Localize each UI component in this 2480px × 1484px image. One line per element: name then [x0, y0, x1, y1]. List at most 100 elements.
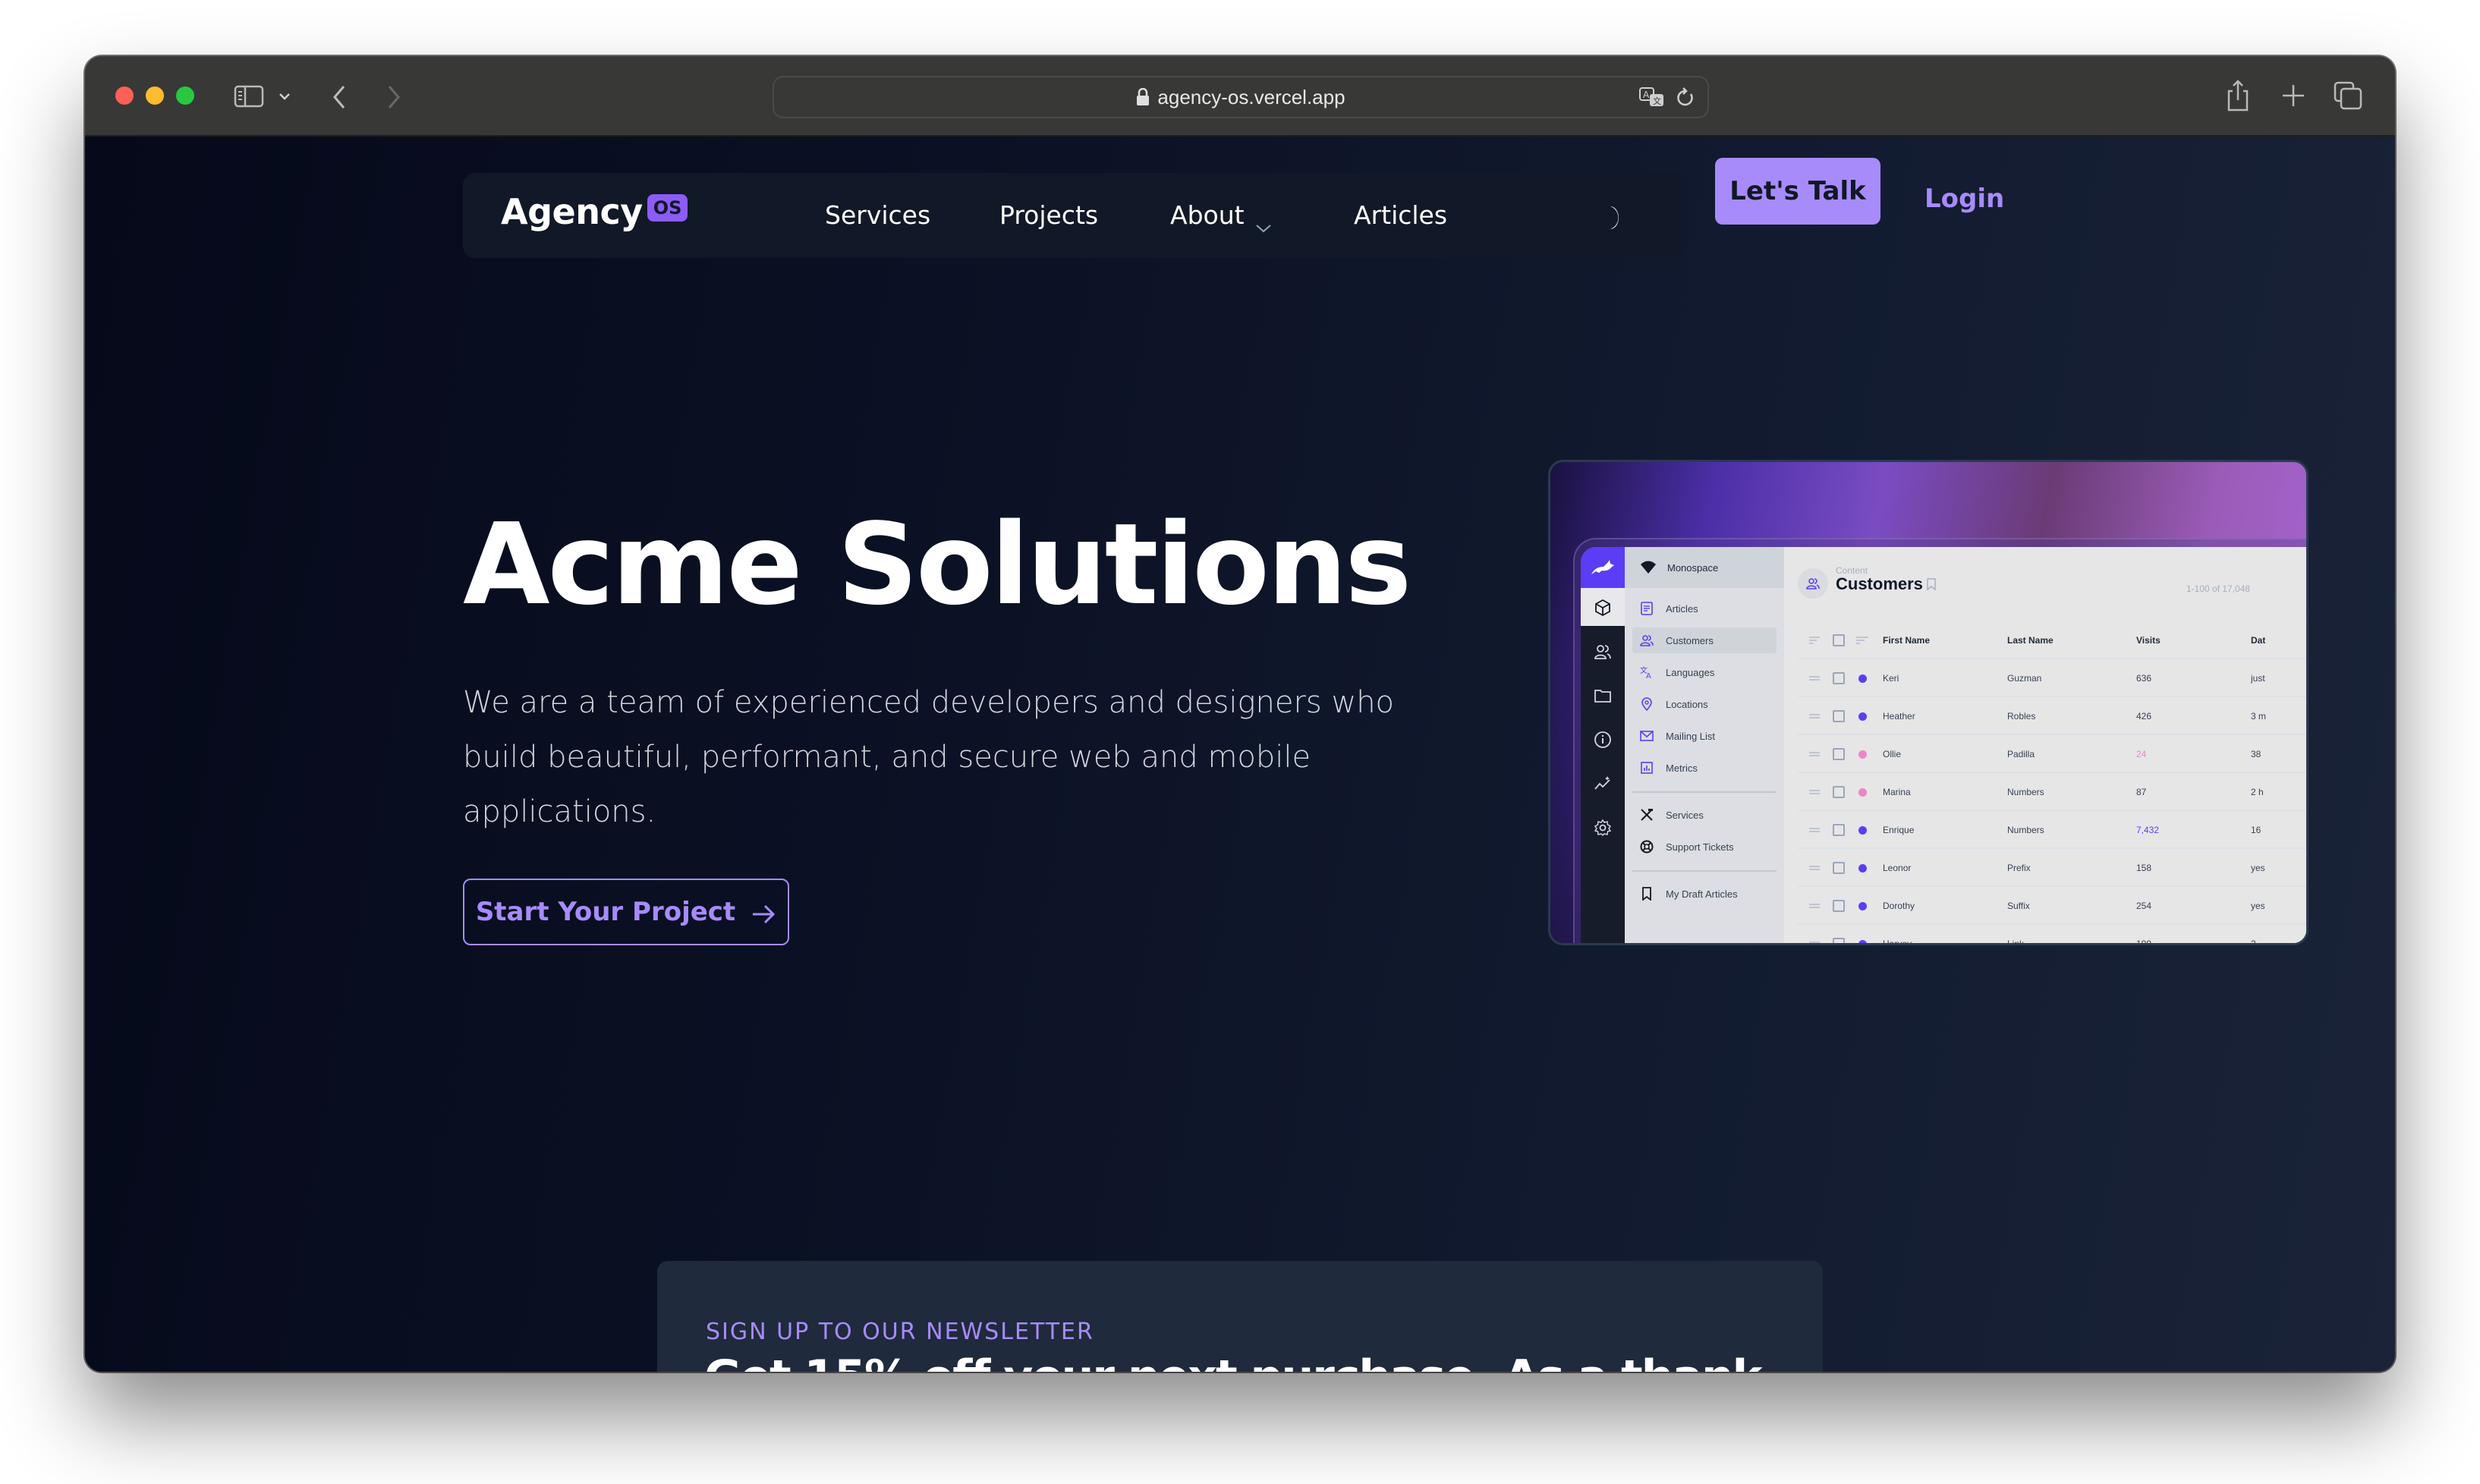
- zoom-window-button[interactable]: [176, 86, 194, 105]
- cell-first-name: Dorothy: [1883, 901, 1915, 911]
- cell-visits: 199: [2136, 939, 2152, 945]
- cell-visits: 24: [2136, 749, 2147, 759]
- cell-first-name: Leonor: [1883, 863, 1912, 873]
- bookmark-my-draft-articles[interactable]: My Draft Articles: [1632, 881, 1777, 907]
- row-checkbox[interactable]: [1833, 748, 1845, 760]
- collection-services[interactable]: Services: [1632, 802, 1777, 828]
- arrow-right-icon: [751, 901, 776, 924]
- sidebar-toggle-icon[interactable]: [234, 85, 264, 108]
- table-row[interactable]: Dorothy Suffix 254 yes: [1798, 888, 2306, 925]
- cube-icon[interactable]: [1594, 599, 1612, 617]
- drag-handle-icon[interactable]: [1808, 675, 1821, 681]
- close-window-button[interactable]: [115, 86, 134, 105]
- nav-link-services[interactable]: Services: [825, 200, 930, 230]
- share-icon[interactable]: [2225, 79, 2251, 112]
- table-row[interactable]: Enrique Numbers 7,432 16: [1798, 813, 2306, 849]
- collection-metrics[interactable]: Metrics: [1632, 755, 1777, 781]
- cell-first-name: Keri: [1883, 673, 1899, 684]
- folder-icon[interactable]: [1594, 687, 1612, 705]
- start-project-button[interactable]: Start Your Project: [463, 879, 789, 945]
- reload-icon[interactable]: [1676, 86, 1695, 109]
- bookmark-icon: [1927, 578, 1936, 591]
- drag-handle-icon[interactable]: [1808, 827, 1821, 833]
- workspace-header[interactable]: Monospace: [1625, 547, 1784, 588]
- collection-mailing-list[interactable]: Mailing List: [1632, 723, 1777, 749]
- info-icon[interactable]: [1594, 731, 1612, 749]
- status-dot: [1858, 712, 1867, 721]
- nav-link-about[interactable]: About: [1170, 200, 1272, 232]
- forward-icon[interactable]: [382, 83, 405, 111]
- table-row[interactable]: Keri Guzman 636 just: [1798, 661, 2306, 697]
- row-checkbox[interactable]: [1833, 900, 1845, 912]
- row-checkbox[interactable]: [1833, 672, 1845, 684]
- hero-title: Acme Solutions: [463, 499, 1412, 630]
- cell-visits: 7,432: [2136, 825, 2160, 835]
- newsletter-eyebrow: SIGN UP TO OUR NEWSLETTER: [706, 1319, 1094, 1345]
- address-bar[interactable]: agency-os.vercel.app A文: [773, 76, 1709, 118]
- directus-app: Monospace Articles Customers 文A Language…: [1581, 547, 2306, 945]
- row-checkbox[interactable]: [1833, 938, 1845, 943]
- cell-first-name: Heather: [1883, 711, 1915, 722]
- nav-link-projects[interactable]: Projects: [999, 200, 1098, 230]
- cell-last-name: Prefix: [2007, 863, 2031, 873]
- svg-text:A: A: [1646, 672, 1651, 679]
- cell-date: 3 m: [2251, 711, 2267, 722]
- tabs-overview-icon[interactable]: [2333, 80, 2363, 111]
- cell-last-name: Robles: [2007, 711, 2036, 722]
- drag-handle-icon[interactable]: [1808, 903, 1821, 909]
- pagination-info: 1-100 of 17,048: [2186, 583, 2251, 594]
- table-row[interactable]: Ollie Padilla 24 38: [1798, 737, 2306, 773]
- drag-handle-icon[interactable]: [1808, 789, 1821, 795]
- row-checkbox[interactable]: [1833, 824, 1845, 836]
- drag-handle-icon[interactable]: [1808, 865, 1821, 871]
- moon-icon[interactable]: [1604, 205, 1627, 231]
- drag-handle-icon[interactable]: [1808, 941, 1821, 945]
- collection-customers[interactable]: Customers: [1632, 627, 1777, 653]
- settings-gear-icon[interactable]: [1594, 819, 1612, 837]
- row-checkbox[interactable]: [1833, 786, 1845, 798]
- collection-nav: Monospace Articles Customers 文A Language…: [1625, 547, 1784, 943]
- cell-first-name: Enrique: [1883, 825, 1915, 835]
- cell-first-name: Ollie: [1883, 749, 1902, 759]
- column-header-date[interactable]: Dat: [2251, 635, 2265, 646]
- collection-languages[interactable]: 文A Languages: [1632, 659, 1777, 685]
- tools-icon: [1641, 809, 1653, 821]
- drag-handle-icon[interactable]: [1808, 751, 1821, 757]
- column-header-first-name[interactable]: First Name: [1883, 635, 1930, 646]
- cell-last-name: Guzman: [2007, 673, 2042, 684]
- nav-link-articles[interactable]: Articles: [1354, 200, 1447, 230]
- lets-talk-button[interactable]: Let's Talk: [1715, 158, 1880, 225]
- login-link[interactable]: Login: [1925, 173, 2004, 225]
- table-row[interactable]: Leonor Prefix 158 yes: [1798, 850, 2306, 887]
- chevron-down-icon[interactable]: [276, 86, 293, 106]
- collection-articles[interactable]: Articles: [1632, 596, 1777, 621]
- chevron-down-icon: [1255, 210, 1272, 232]
- nav-about-label: About: [1170, 200, 1245, 230]
- translate-icon[interactable]: A文: [1639, 86, 1665, 109]
- collection-locations[interactable]: Locations: [1632, 691, 1777, 717]
- cell-date: 2 h: [2251, 787, 2264, 797]
- browser-window: agency-os.vercel.app A文 Agency OS Servic…: [85, 56, 2395, 1372]
- insights-icon[interactable]: [1594, 775, 1612, 793]
- browser-toolbar: agency-os.vercel.app A文: [85, 56, 2395, 137]
- row-checkbox[interactable]: [1833, 710, 1845, 722]
- table-row[interactable]: Heather Robles 426 3 m: [1798, 699, 2306, 735]
- site-logo[interactable]: Agency OS: [501, 191, 688, 232]
- row-checkbox[interactable]: [1833, 862, 1845, 874]
- minimize-window-button[interactable]: [146, 86, 164, 105]
- table-row[interactable]: Marina Numbers 87 2 h: [1798, 775, 2306, 811]
- select-all-checkbox[interactable]: [1833, 634, 1845, 646]
- table-row[interactable]: Harvey Link 199 2: [1798, 926, 2306, 945]
- back-icon[interactable]: [328, 83, 351, 111]
- table-header: First Name Last Name Visits Dat: [1798, 623, 2306, 659]
- logo-text: Agency: [501, 191, 643, 232]
- users-icon[interactable]: [1594, 643, 1612, 661]
- drag-handle-icon[interactable]: [1808, 713, 1821, 719]
- nav-divider: [1632, 791, 1777, 793]
- collection-support-tickets[interactable]: Support Tickets: [1632, 834, 1777, 860]
- cell-last-name: Numbers: [2007, 787, 2044, 797]
- new-tab-icon[interactable]: [2280, 82, 2307, 109]
- collection-view: Content Customers 1-100 of 17,048 First …: [1784, 547, 2306, 945]
- column-header-visits[interactable]: Visits: [2136, 635, 2161, 646]
- column-header-last-name[interactable]: Last Name: [2007, 635, 2054, 646]
